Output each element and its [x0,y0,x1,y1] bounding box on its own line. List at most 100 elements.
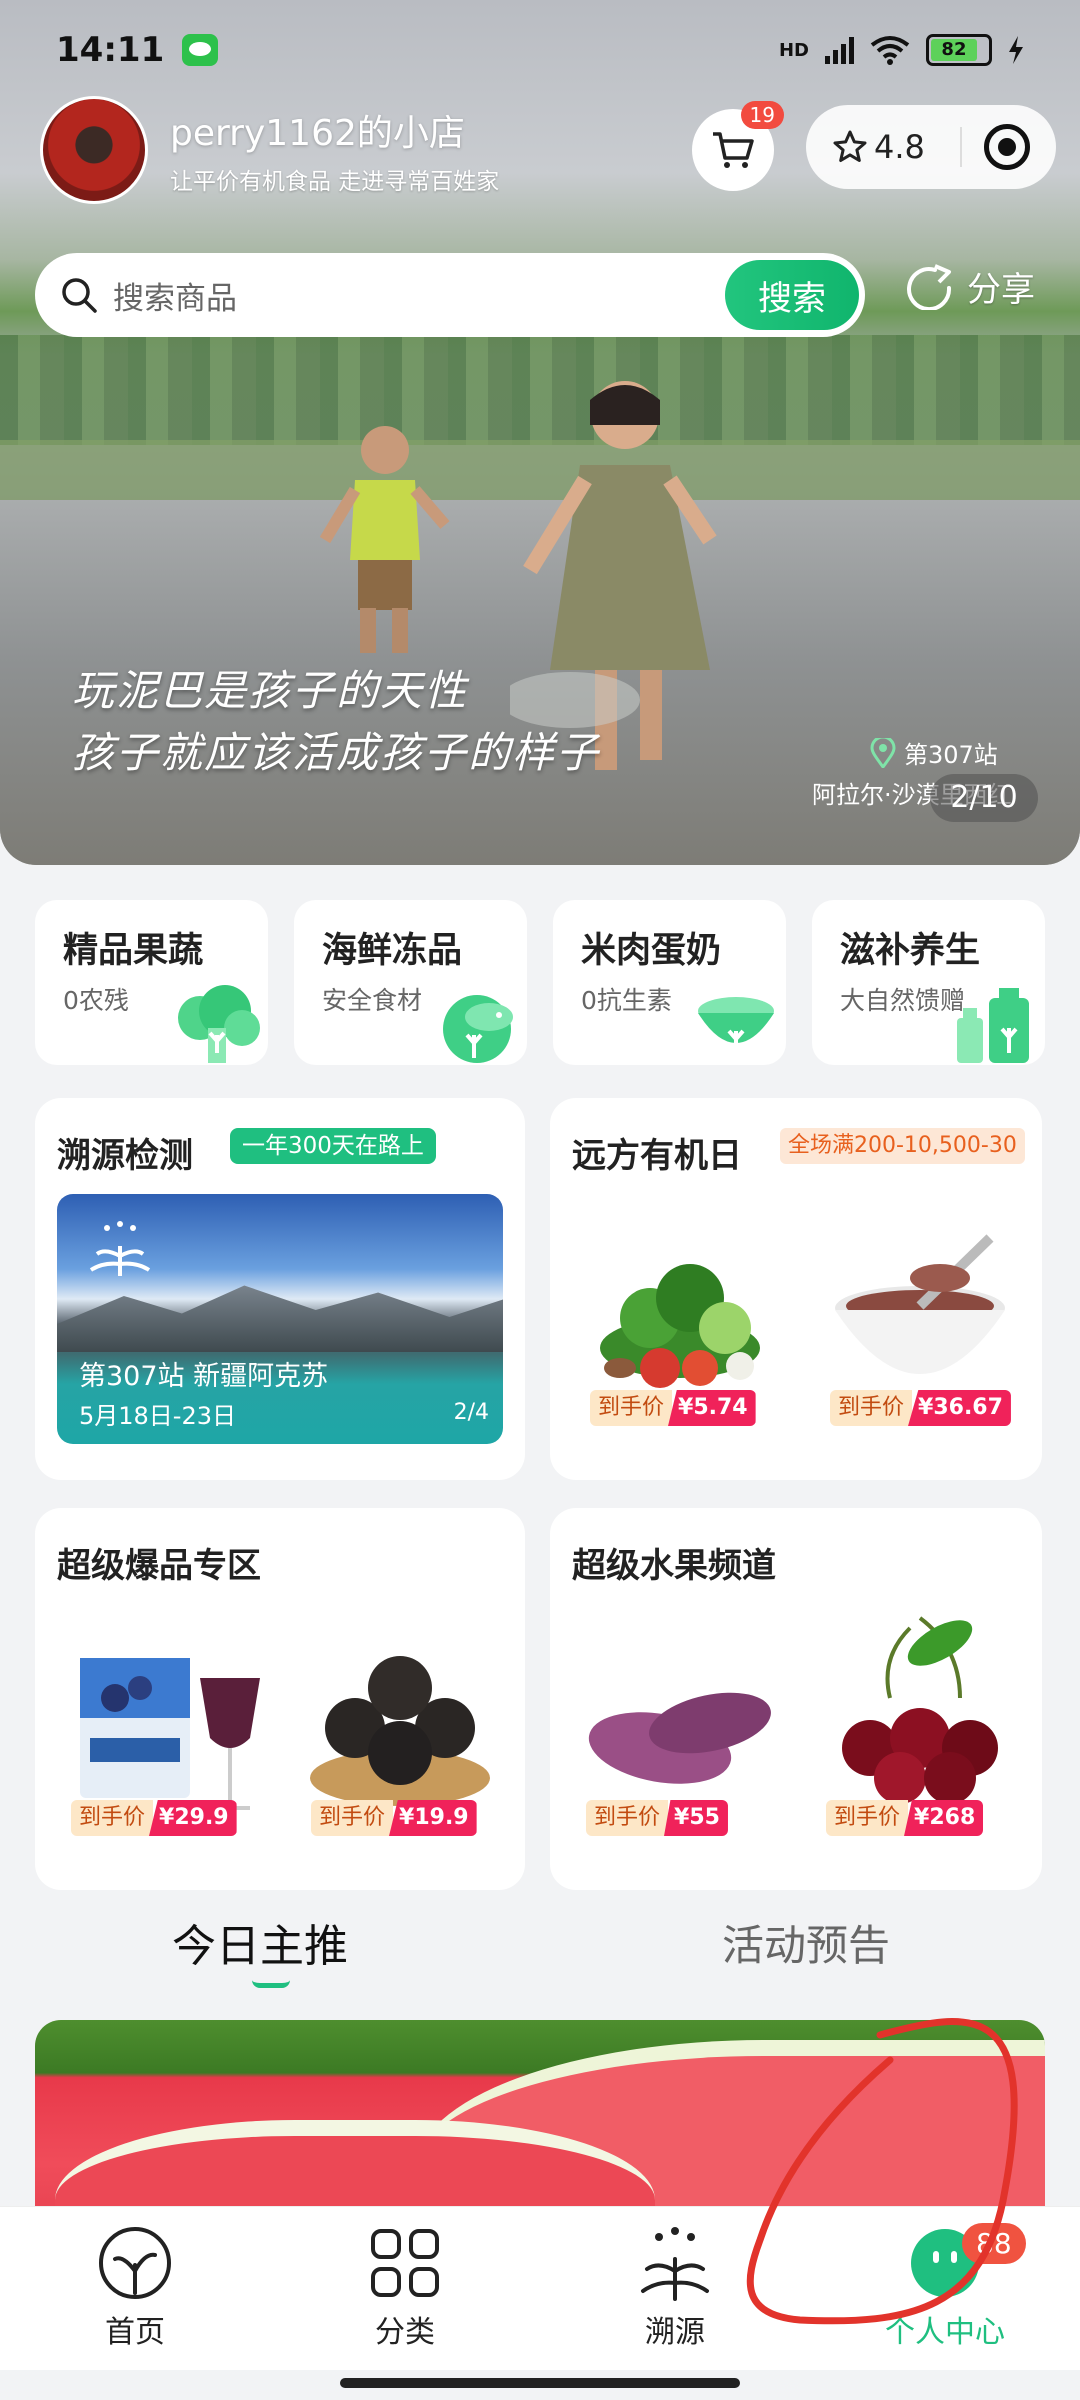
home-indicator[interactable] [340,2378,740,2388]
shop-name[interactable]: perry1162的小店 [170,104,499,156]
price-label: 到手价 [830,1390,913,1426]
sweet-potato-image[interactable] [580,1618,780,1828]
nav-label: 首页 [105,2315,165,2350]
battery-level: 82 [931,39,977,61]
nav-trace[interactable]: 溯源 [540,2207,810,2370]
share-icon [907,263,952,310]
blueberry-drink-image[interactable] [75,1618,275,1828]
trace-card-image[interactable]: 第307站 新疆阿克苏 5月18日-23日 2/4 [57,1194,503,1444]
organic-card-title: 远方有机日 [572,1136,742,1176]
price-label: 到手价 [590,1390,673,1426]
rating-value: 4.8 [874,128,925,166]
category-title: 海鲜冻品 [322,931,463,971]
banner-line-2: 孩子就应该活成孩子的样子 [72,728,601,777]
trace-logo-icon [89,1221,151,1276]
price-value: ¥29.9 [149,1800,237,1836]
hot-card-title: 超级爆品专区 [57,1546,261,1586]
nav-label: 个人中心 [885,2315,1005,2350]
fruit-card-title: 超级水果频道 [572,1546,776,1586]
close-target-icon[interactable] [984,124,1030,170]
location-pin-icon [870,737,896,768]
banner-calligraphy: 玩泥巴是孩子的天性 孩子就应该活成孩子的样子 [72,660,600,784]
banner-line-1: 玩泥巴是孩子的天性 [72,666,469,715]
banner-child-boy [320,426,450,653]
bottom-navigation: 首页 分类 溯源 个人中心 88 [0,2206,1080,2370]
trace-station: 第307站 新疆阿克苏 [79,1361,329,1392]
organic-price-1: 到手价 ¥5.74 [590,1390,756,1426]
tab-event-preview[interactable]: 活动预告 [722,1912,890,1973]
bowl-icon [698,997,774,1053]
trace-inspection-card[interactable]: 溯源检测 一年300天在路上 第307站 新疆阿克苏 5月18日-23日 2/4 [35,1098,525,1480]
star-icon [833,130,867,162]
category-seafood-frozen[interactable]: 海鲜冻品 安全食材 [294,900,527,1065]
category-title: 米肉蛋奶 [581,931,722,971]
wechat-icon [182,34,219,66]
trace-card-tag: 一年300天在路上 [230,1128,436,1164]
bottles-icon [957,988,1029,1063]
nav-label: 分类 [375,2315,435,2350]
hot-products-card[interactable]: 超级爆品专区 到手价 ¥29.9 到手价 ¥19.9 [35,1508,525,1890]
mini-program-capsule: 4.8 [806,105,1056,189]
cherries-image[interactable] [820,1608,1020,1818]
category-title: 滋补养生 [840,931,981,971]
nav-category[interactable]: 分类 [270,2207,540,2370]
home-sprout-icon [99,2227,171,2299]
nav-home[interactable]: 首页 [0,2207,270,2370]
broccoli-icon [178,985,260,1063]
cart-count-badge: 19 [740,101,784,129]
nav-label: 溯源 [645,2315,705,2350]
trace-pager: 2/4 [453,1400,489,1425]
signal-icon [825,36,854,64]
profile-badge: 88 [962,2223,1026,2264]
search-button[interactable]: 搜索 [725,260,859,330]
banner-station: 第307站 [870,735,998,770]
active-tab-indicator [252,1980,290,1988]
price-label: 到手价 [311,1800,394,1836]
category-health-supplements[interactable]: 滋补养生 大自然馈赠 [812,900,1045,1065]
share-button[interactable]: 分享 [905,262,1035,311]
rating-button[interactable]: 4.8 [832,128,925,166]
shop-header: perry1162的小店 让平价有机食品 走进寻常百姓家 19 4.8 [40,95,1056,205]
fruit-channel-card[interactable]: 超级水果频道 到手价 ¥55 到手价 ¥268 [550,1508,1042,1890]
category-grid-icon [371,2229,439,2297]
capsule-divider [960,127,962,167]
price-value: ¥55 [664,1800,728,1836]
price-label: 到手价 [71,1800,154,1836]
category-row: 精品果蔬 0农残 海鲜冻品 安全食材 米肉蛋奶 0抗生素 滋补养生 大自然馈赠 [35,900,1045,1065]
organic-card-promo: 全场满200-10,500-30 [780,1128,1025,1164]
price-value: ¥36.67 [908,1390,1011,1426]
cart-button[interactable]: 19 [692,101,784,191]
price-label: 到手价 [586,1800,669,1836]
category-fruits-vegetables[interactable]: 精品果蔬 0农残 [35,900,268,1065]
organic-price-2: 到手价 ¥36.67 [830,1390,1011,1426]
black-sesame-balls-image[interactable] [300,1618,500,1828]
mountain-shape [57,1285,503,1352]
fruit-price-2: 到手价 ¥268 [826,1800,984,1836]
search-input[interactable]: 搜索商品 [113,273,725,318]
nav-profile[interactable]: 个人中心 88 [810,2207,1080,2370]
trace-card-title: 溯源检测 [57,1136,193,1176]
trace-dates: 5月18日-23日 [79,1402,237,1430]
shop-slogan: 让平价有机食品 走进寻常百姓家 [170,169,500,195]
price-label: 到手价 [826,1800,909,1836]
shop-avatar[interactable] [40,96,148,204]
share-label: 分享 [967,270,1035,310]
search-bar[interactable]: 搜索商品 搜索 [35,253,865,337]
search-icon [62,278,97,313]
hot-price-1: 到手价 ¥29.9 [71,1800,237,1836]
network-label: HD [778,39,809,61]
price-value: ¥5.74 [668,1390,756,1426]
category-rice-meat-egg-milk[interactable]: 米肉蛋奶 0抗生素 [553,900,786,1065]
fish-icon [443,995,513,1063]
charging-icon [1009,36,1023,64]
tab-today-recommended[interactable]: 今日主推 [172,1910,348,1974]
banner-station-text: 第307站 [904,741,998,769]
cart-icon [713,132,754,168]
trace-icon [641,2227,709,2301]
wifi-icon [870,36,910,65]
status-bar: 14:11 HD 82 [0,0,1080,100]
hot-price-2: 到手价 ¥19.9 [311,1800,477,1836]
category-title: 精品果蔬 [63,931,204,971]
organic-day-card[interactable]: 远方有机日 全场满200-10,500-30 到手价 ¥5.74 到手价 ¥36… [550,1098,1042,1480]
price-value: ¥19.9 [389,1800,477,1836]
